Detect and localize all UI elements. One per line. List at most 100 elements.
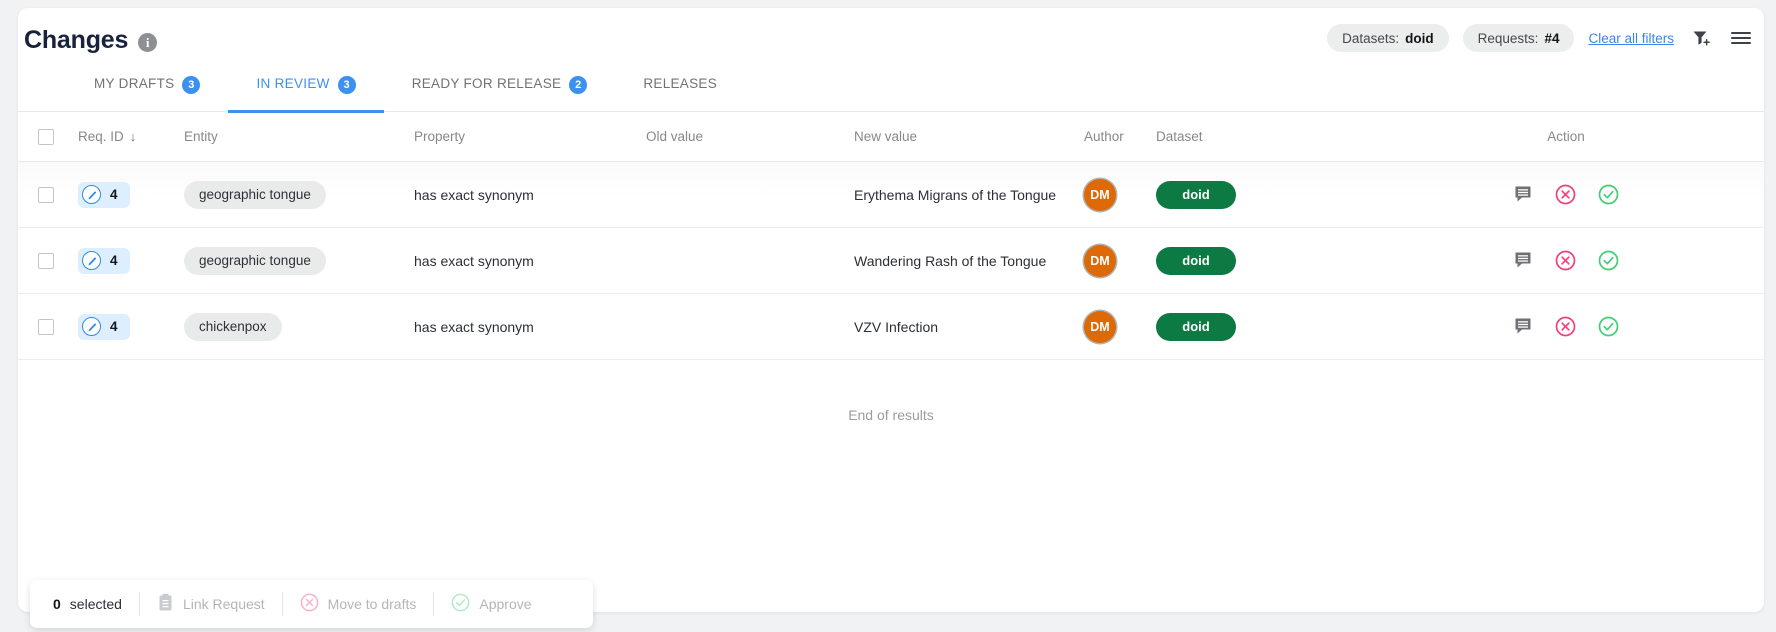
row-author-cell: DM (1084, 311, 1156, 343)
table-row[interactable]: 4 geographic tongue has exact synonym Er… (18, 162, 1764, 228)
row-property-cell: has exact synonym (414, 253, 646, 269)
end-of-results-label: End of results (18, 360, 1764, 470)
tab-ready-for-release-badge: 2 (569, 76, 587, 94)
approve-icon[interactable] (1598, 250, 1619, 271)
datasets-filter-chip[interactable]: Datasets: doid (1327, 24, 1449, 52)
tab-bar: MY DRAFTS 3 IN REVIEW 3 READY FOR RELEAS… (18, 74, 1764, 112)
req-id-badge[interactable]: 4 (78, 314, 130, 340)
avatar[interactable]: DM (1084, 179, 1116, 211)
move-to-drafts-button[interactable]: Move to drafts (283, 593, 434, 615)
link-request-button[interactable]: Link Request (140, 593, 282, 615)
entity-chip[interactable]: geographic tongue (184, 247, 326, 275)
row-dataset-cell: doid (1156, 313, 1368, 341)
approve-icon[interactable] (1598, 184, 1619, 205)
dataset-badge[interactable]: doid (1156, 247, 1236, 275)
req-id-value: 4 (110, 253, 118, 268)
row-checkbox[interactable] (38, 319, 54, 335)
card-header: Changes i Datasets: doid Requests: #4 Cl… (18, 8, 1764, 74)
row-req-id-cell: 4 (74, 182, 184, 208)
table-header-row: Req. ID ↓ Entity Property Old value New v… (18, 112, 1764, 162)
clipboard-icon (157, 593, 174, 615)
tab-in-review-label: IN REVIEW (256, 76, 329, 91)
comment-icon[interactable] (1514, 251, 1533, 270)
row-select-cell (18, 253, 74, 269)
reject-icon[interactable] (1555, 184, 1576, 205)
reject-icon[interactable] (1555, 250, 1576, 271)
entity-chip[interactable]: geographic tongue (184, 181, 326, 209)
link-request-label: Link Request (183, 596, 265, 612)
row-entity-cell: geographic tongue (184, 247, 414, 275)
edit-pencil-icon (82, 317, 101, 336)
datasets-filter-key: Datasets: (1342, 31, 1399, 46)
row-action-cell (1368, 316, 1764, 337)
column-header-old-value[interactable]: Old value (646, 129, 854, 144)
table-row[interactable]: 4 geographic tongue has exact synonym Wa… (18, 228, 1764, 294)
tab-releases[interactable]: RELEASES (615, 74, 745, 112)
filter-plus-icon[interactable] (1688, 25, 1714, 51)
tab-in-review-badge: 3 (338, 76, 356, 94)
select-all-cell (18, 129, 74, 145)
tab-releases-label: RELEASES (643, 76, 717, 91)
edit-pencil-icon (82, 185, 101, 204)
row-author-cell: DM (1084, 245, 1156, 277)
row-action-cell (1368, 184, 1764, 205)
move-to-drafts-label: Move to drafts (328, 596, 417, 612)
selected-count-group: 0 selected (36, 596, 139, 612)
row-req-id-cell: 4 (74, 314, 184, 340)
comment-icon[interactable] (1514, 185, 1533, 204)
selection-action-bar: 0 selected Link Request Move to drafts A… (30, 580, 593, 628)
row-property-cell: has exact synonym (414, 187, 646, 203)
row-checkbox[interactable] (38, 187, 54, 203)
row-dataset-cell: doid (1156, 181, 1368, 209)
hamburger-menu-icon[interactable] (1728, 25, 1754, 51)
entity-chip[interactable]: chickenpox (184, 313, 282, 341)
req-id-badge[interactable]: 4 (78, 248, 130, 274)
reject-icon (300, 593, 319, 615)
tab-in-review[interactable]: IN REVIEW 3 (228, 74, 383, 112)
select-all-checkbox[interactable] (38, 129, 54, 145)
info-icon[interactable]: i (138, 33, 157, 52)
page-root: Changes i Datasets: doid Requests: #4 Cl… (0, 0, 1776, 632)
column-header-new-value[interactable]: New value (854, 129, 1084, 144)
column-header-action: Action (1368, 129, 1764, 144)
row-new-value-cell: Erythema Migrans of the Tongue (854, 187, 1084, 203)
req-id-badge[interactable]: 4 (78, 182, 130, 208)
column-header-dataset[interactable]: Dataset (1156, 129, 1368, 144)
approve-icon[interactable] (1598, 316, 1619, 337)
table-row[interactable]: 4 chickenpox has exact synonym VZV Infec… (18, 294, 1764, 360)
row-action-cell (1368, 250, 1764, 271)
reject-icon[interactable] (1555, 316, 1576, 337)
dataset-badge[interactable]: doid (1156, 313, 1236, 341)
selected-label: selected (70, 596, 122, 612)
dataset-badge[interactable]: doid (1156, 181, 1236, 209)
changes-table: Req. ID ↓ Entity Property Old value New v… (18, 112, 1764, 470)
row-new-value-cell: Wandering Rash of the Tongue (854, 253, 1084, 269)
requests-filter-chip[interactable]: Requests: #4 (1463, 24, 1575, 52)
column-header-author[interactable]: Author (1084, 129, 1156, 144)
tab-my-drafts[interactable]: MY DRAFTS 3 (66, 74, 228, 112)
edit-pencil-icon (82, 251, 101, 270)
row-entity-cell: chickenpox (184, 313, 414, 341)
column-header-entity[interactable]: Entity (184, 129, 414, 144)
approve-label: Approve (479, 596, 531, 612)
tab-ready-for-release-label: READY FOR RELEASE (412, 76, 562, 91)
clear-all-filters-link[interactable]: Clear all filters (1588, 31, 1674, 46)
requests-filter-value: #4 (1544, 31, 1559, 46)
requests-filter-key: Requests: (1478, 31, 1539, 46)
row-req-id-cell: 4 (74, 248, 184, 274)
row-checkbox[interactable] (38, 253, 54, 269)
approve-icon (451, 593, 470, 615)
avatar[interactable]: DM (1084, 245, 1116, 277)
column-header-req-id-label: Req. ID (78, 129, 124, 144)
column-header-req-id[interactable]: Req. ID ↓ (74, 129, 184, 144)
avatar[interactable]: DM (1084, 311, 1116, 343)
approve-button[interactable]: Approve (434, 593, 548, 615)
sort-descending-icon[interactable]: ↓ (130, 129, 137, 144)
changes-card: Changes i Datasets: doid Requests: #4 Cl… (18, 8, 1764, 612)
comment-icon[interactable] (1514, 317, 1533, 336)
column-header-property[interactable]: Property (414, 129, 646, 144)
tab-ready-for-release[interactable]: READY FOR RELEASE 2 (384, 74, 616, 112)
page-title: Changes (24, 26, 128, 55)
title-group: Changes i (24, 26, 157, 55)
row-select-cell (18, 187, 74, 203)
